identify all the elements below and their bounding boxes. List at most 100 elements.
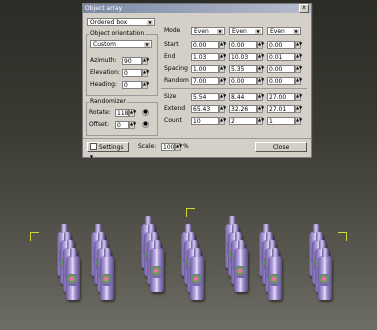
scale-unit: % (183, 143, 189, 150)
heading-label: Heading: (90, 81, 117, 88)
selection-corner-marker (338, 232, 347, 241)
close-window-button[interactable]: x (299, 4, 309, 13)
chevron-down-icon: ▼ (144, 42, 150, 47)
scale-spinner[interactable]: ▲▼ (175, 143, 182, 151)
elevation-spinner[interactable]: ▲▼ (142, 69, 149, 77)
bottle (150, 240, 164, 292)
dice-icon[interactable]: ● (142, 121, 149, 128)
heading-spinner[interactable]: ▲▼ (142, 81, 149, 89)
array-type-select[interactable]: Ordered box ▼ (87, 18, 155, 26)
bottle (100, 248, 114, 300)
grid-value-spinner[interactable]: ▲▼ (257, 53, 264, 61)
grid-value-spinner[interactable]: ▲▼ (257, 41, 264, 49)
scale-label: Scale: (138, 143, 157, 150)
grid-value-field[interactable]: 0.00 (229, 77, 257, 85)
grid-value-spinner[interactable]: ▲▼ (219, 53, 226, 61)
grid-value-spinner[interactable]: ▲▼ (219, 65, 226, 73)
grid-value-spinner[interactable]: ▲▼ (219, 41, 226, 49)
grid-value-spinner[interactable]: ▲▼ (295, 117, 302, 125)
grid-value-spinner[interactable]: ▲▼ (295, 65, 302, 73)
bottle (234, 240, 248, 292)
offset-spinner[interactable]: ▲▼ (129, 121, 136, 129)
grid-value-spinner[interactable]: ▲▼ (295, 77, 302, 85)
grid-value-field[interactable]: 32.26 (229, 105, 257, 113)
grid-value-spinner[interactable]: ▲▼ (295, 41, 302, 49)
mode-select[interactable]: Even ▼ (229, 27, 263, 35)
grid-value-spinner[interactable]: ▲▼ (295, 105, 302, 113)
grid-value-field[interactable]: 27.00 (267, 93, 295, 101)
rotate-spinner[interactable]: ▲▼ (129, 109, 136, 117)
grid-value-field[interactable]: 65.43 (191, 105, 219, 113)
rotate-label: Rotate: (89, 109, 111, 116)
object-array-dialog: Object array x Ordered box ▼ Object orie… (82, 3, 312, 159)
grid-row-label: Size (164, 93, 177, 100)
grid-value-field[interactable]: 0.00 (229, 41, 257, 49)
grid-value-field[interactable]: 0.00 (191, 41, 219, 49)
orientation-value: Custom (93, 41, 116, 48)
grid-value-spinner[interactable]: ▲▼ (257, 105, 264, 113)
grid-value-spinner[interactable]: ▲▼ (257, 117, 264, 125)
grid-row-label: Spacing (164, 65, 188, 72)
array-type-value: Ordered box (90, 19, 128, 26)
bottle (268, 248, 282, 300)
selection-corner-marker (30, 232, 39, 241)
selection-corner-marker (186, 208, 195, 217)
offset-field[interactable]: 0 (115, 121, 129, 129)
chevron-down-icon: ▼ (147, 20, 153, 25)
grid-value-spinner[interactable]: ▲▼ (219, 105, 226, 113)
orientation-group-label: Object orientation (89, 30, 146, 37)
mode-value: Even (232, 28, 247, 35)
bottle (66, 248, 80, 300)
mode-select[interactable]: Even ▼ (267, 27, 301, 35)
elevation-label: Elevation: (90, 69, 120, 76)
orientation-select[interactable]: Custom ▼ (90, 40, 152, 48)
close-button[interactable]: Close (255, 142, 307, 152)
settings-button[interactable]: Settings ▼ (87, 142, 129, 159)
randomizer-group (86, 102, 158, 136)
grid-value-spinner[interactable]: ▲▼ (257, 65, 264, 73)
grid-value-field[interactable]: 8.44 (229, 93, 257, 101)
elevation-field[interactable]: 0 (122, 69, 142, 77)
grid-value-spinner[interactable]: ▲▼ (219, 117, 226, 125)
rotate-field[interactable]: 118 (115, 109, 129, 117)
grid-value-field[interactable]: 0.00 (267, 41, 295, 49)
grid-value-spinner[interactable]: ▲▼ (295, 53, 302, 61)
window-title: Object array (85, 5, 123, 12)
grid-value-field[interactable]: 5.54 (191, 93, 219, 101)
grid-value-field[interactable]: 0.00 (267, 65, 295, 73)
title-bar: Object array x (83, 4, 311, 13)
chevron-down-icon: ▼ (255, 29, 261, 34)
grid-value-spinner[interactable]: ▲▼ (257, 77, 264, 85)
bottle (318, 248, 332, 300)
grid-value-field[interactable]: 1.00 (191, 65, 219, 73)
mode-select[interactable]: Even ▼ (191, 27, 225, 35)
dice-icon[interactable]: ● (142, 109, 149, 116)
randomizer-group-label: Randomizer (89, 98, 127, 105)
grid-value-field[interactable]: 0.01 (267, 53, 295, 61)
mode-value: Even (194, 28, 209, 35)
grid-value-spinner[interactable]: ▲▼ (219, 93, 226, 101)
grid-value-field[interactable]: 0.00 (267, 77, 295, 85)
grid-value-field[interactable]: 10.03 (229, 53, 257, 61)
chevron-down-icon: ▼ (293, 29, 299, 34)
azimuth-spinner[interactable]: ▲▼ (142, 57, 149, 65)
bottle (190, 248, 204, 300)
mode-label: Mode (164, 27, 181, 34)
grid-value-spinner[interactable]: ▲▼ (295, 93, 302, 101)
grid-value-field[interactable]: 1 (267, 117, 295, 125)
grid-value-field[interactable]: 1.03 (191, 53, 219, 61)
grid-separator (161, 88, 307, 89)
mode-value: Even (270, 28, 285, 35)
grid-value-field[interactable]: 10 (191, 117, 219, 125)
heading-field[interactable]: 0 (122, 81, 142, 89)
grid-value-field[interactable]: 7.00 (191, 77, 219, 85)
grid-value-field[interactable]: 27.01 (267, 105, 295, 113)
grid-row-label: Count (164, 117, 182, 124)
grid-value-spinner[interactable]: ▲▼ (219, 77, 226, 85)
chevron-down-icon: ▼ (217, 29, 223, 34)
azimuth-field[interactable]: 90 (122, 57, 142, 65)
scale-field[interactable]: 100 (161, 143, 175, 151)
grid-value-field[interactable]: 5.35 (229, 65, 257, 73)
grid-value-field[interactable]: 2 (229, 117, 257, 125)
grid-value-spinner[interactable]: ▲▼ (257, 93, 264, 101)
